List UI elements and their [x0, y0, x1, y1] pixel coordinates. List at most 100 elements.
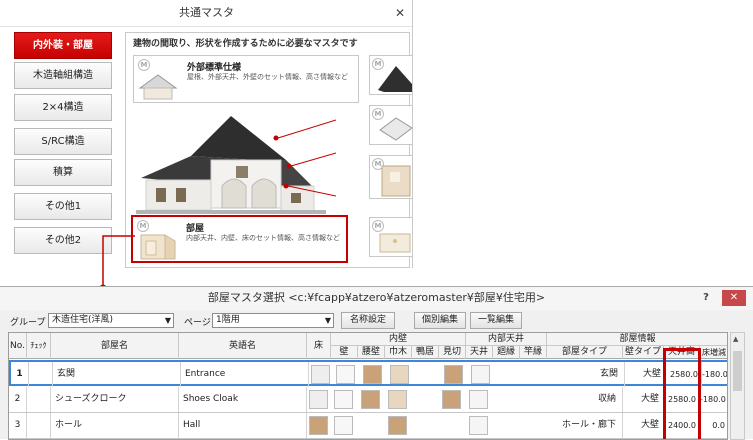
col-check: ﾁｪｯｸ — [27, 333, 51, 359]
help-icon[interactable]: ? — [699, 291, 713, 305]
row-room-name: 玄関 — [53, 362, 181, 387]
col-wall: 壁 — [331, 346, 358, 359]
col-room-type: 部屋タイプ — [547, 346, 623, 359]
roof-master-thumb[interactable]: M — [369, 55, 412, 95]
category-button-2x4[interactable]: 2×4構造 — [14, 94, 112, 121]
house-illustration — [136, 116, 336, 214]
row-room-name: シューズクローク — [51, 387, 179, 412]
col-skirting: 巾木 — [385, 346, 412, 359]
row-floor-adjust: 0.0 — [700, 413, 727, 438]
wall-icon — [381, 165, 411, 197]
row-no: 2 — [9, 387, 27, 412]
chevron-down-icon: ▼ — [324, 316, 331, 325]
inner-ceiling-master-thumb[interactable]: M — [369, 217, 412, 257]
col-wall-type: 壁タイプ — [623, 346, 664, 359]
ceiling-swatch[interactable] — [471, 365, 490, 384]
skirting-swatch[interactable] — [388, 390, 407, 409]
wall-master-thumb[interactable]: M — [369, 155, 412, 199]
wall-swatch[interactable] — [336, 365, 355, 384]
room-thumbnail-icon — [140, 234, 176, 260]
ceiling-icon — [379, 117, 412, 141]
row-english-name: Shoes Cloak — [179, 387, 307, 412]
category-button-other1[interactable]: その他1 — [14, 193, 112, 220]
row-floor-adjust: -180.0 — [700, 387, 727, 412]
row-room-type: ホール・廊下 — [547, 413, 623, 438]
row-room-name: ホール — [51, 413, 179, 438]
table-row[interactable]: 2 シューズクローク Shoes Cloak 収納 大壁 2580.0 -180… — [9, 387, 727, 413]
table-row[interactable]: 3 ホール Hall ホール・廊下 大壁 2400.0 0.0 — [9, 413, 727, 439]
group-inner-ceiling: 内部天井 — [466, 333, 547, 346]
row-wall-type: 大壁 — [625, 362, 666, 387]
row-no: 1 — [11, 362, 29, 387]
row-no: 3 — [9, 413, 27, 438]
scroll-thumb[interactable] — [733, 351, 742, 391]
col-floor-adjust: 床増減 — [700, 346, 727, 359]
col-kamoi: 鴨居 — [412, 346, 439, 359]
panel-description: 建物の間取り、形状を作成するために必要なマスタです — [133, 39, 358, 49]
col-mawaribuchi: 廻縁 — [493, 346, 520, 359]
room-master-select-window: 部屋マスタ選択 <c:¥fcapp¥atzero¥atzeromaster¥部屋… — [0, 286, 753, 440]
exterior-spec-card[interactable]: M 外部標準仕様 屋根、外部天井、外壁のセット情報、高さ情報など — [133, 55, 359, 103]
category-sidebar: 内外装・部屋 木造軸組構造 2×4構造 S/RC構造 積算 その他1 その他2 — [0, 27, 120, 268]
group-room-info: 部屋情報 — [547, 333, 727, 346]
wall-swatch[interactable] — [334, 416, 353, 435]
row-check[interactable] — [27, 413, 51, 438]
vertical-scrollbar[interactable]: ▲ — [730, 332, 745, 440]
ceiling-swatch[interactable] — [469, 416, 488, 435]
col-waist-wall: 腰壁 — [358, 346, 385, 359]
ceiling-swatch[interactable] — [469, 390, 488, 409]
master-window: 共通マスタ ✕ 内外装・部屋 木造軸組構造 2×4構造 S/RC構造 積算 その… — [0, 0, 413, 268]
row-english-name: Hall — [179, 413, 307, 438]
chevron-down-icon: ▼ — [164, 316, 171, 325]
group-label: グループ — [10, 318, 46, 328]
col-sasaobuchi: 竿縁 — [520, 346, 547, 359]
close-icon[interactable]: ✕ — [722, 290, 746, 306]
room-master-card[interactable]: M 部屋 内部天井、内壁、床のセット情報、高さ情報など — [131, 215, 348, 263]
category-button-src[interactable]: S/RC構造 — [14, 128, 112, 155]
group-select-value: 木造住宅(洋風) — [52, 315, 114, 325]
card-desc: 屋根、外部天井、外壁のセット情報、高さ情報など — [187, 73, 348, 81]
waist-wall-swatch[interactable] — [361, 390, 380, 409]
page-label: ページ — [184, 318, 211, 328]
row-check[interactable] — [29, 362, 53, 387]
skirting-swatch[interactable] — [388, 416, 407, 435]
wall-swatch[interactable] — [334, 390, 353, 409]
category-button-wood-frame[interactable]: 木造軸組構造 — [14, 62, 112, 89]
window-title: 部屋マスタ選択 <c:¥fcapp¥atzero¥atzeromaster¥部屋… — [0, 287, 753, 310]
scroll-up-icon[interactable]: ▲ — [733, 335, 738, 343]
ceiling-master-thumb[interactable]: M — [369, 105, 412, 145]
category-button-estimate[interactable]: 積算 — [14, 159, 112, 186]
page-select-value: 1階用 — [216, 315, 240, 325]
row-wall-type: 大壁 — [623, 413, 664, 438]
skirting-swatch[interactable] — [390, 365, 409, 384]
row-room-type: 収納 — [547, 387, 623, 412]
mikiri-swatch[interactable] — [444, 365, 463, 384]
row-room-type: 玄関 — [549, 362, 625, 387]
card-desc: 内部天井、内壁、床のセット情報、高さ情報など — [186, 234, 340, 242]
category-button-interior[interactable]: 内外装・部屋 — [14, 32, 112, 59]
waist-wall-swatch[interactable] — [363, 365, 382, 384]
row-check[interactable] — [27, 387, 51, 412]
room-master-grid: No. ﾁｪｯｸ 部屋名 英語名 床 内壁 壁 腰壁 巾木 鴨居 見切 内部天井… — [8, 332, 728, 440]
table-row[interactable]: 1 玄関 Entrance 玄関 大壁 2580.0 -180.0 — [9, 360, 727, 387]
col-no: No. — [9, 333, 27, 359]
list-edit-button[interactable]: 一覧編集 — [470, 312, 522, 329]
individual-edit-button[interactable]: 個別編集 — [414, 312, 466, 329]
master-content-panel: 建物の間取り、形状を作成するために必要なマスタです M 外部標準仕様 屋根、外部… — [125, 32, 410, 268]
group-select[interactable]: 木造住宅(洋風) ▼ — [48, 313, 174, 328]
col-room-name: 部屋名 — [51, 333, 179, 359]
group-inner-wall: 内壁 — [331, 333, 466, 346]
row-english-name: Entrance — [181, 362, 309, 387]
toolbar: グループ 木造住宅(洋風) ▼ ページ 1階用 ▼ 名称設定 個別編集 一覧編集 — [0, 312, 753, 330]
floor-swatch[interactable] — [309, 390, 328, 409]
ceiling-height-highlight — [663, 348, 701, 439]
floor-swatch[interactable] — [309, 416, 328, 435]
col-floor: 床 — [307, 333, 331, 359]
close-icon[interactable]: ✕ — [391, 4, 409, 22]
name-setting-button[interactable]: 名称設定 — [341, 312, 395, 329]
mikiri-swatch[interactable] — [442, 390, 461, 409]
col-ceiling: 天井 — [466, 346, 493, 359]
floor-swatch[interactable] — [311, 365, 330, 384]
page-select[interactable]: 1階用 ▼ — [212, 313, 334, 328]
grid-header: No. ﾁｪｯｸ 部屋名 英語名 床 内壁 壁 腰壁 巾木 鴨居 見切 内部天井… — [9, 333, 727, 359]
